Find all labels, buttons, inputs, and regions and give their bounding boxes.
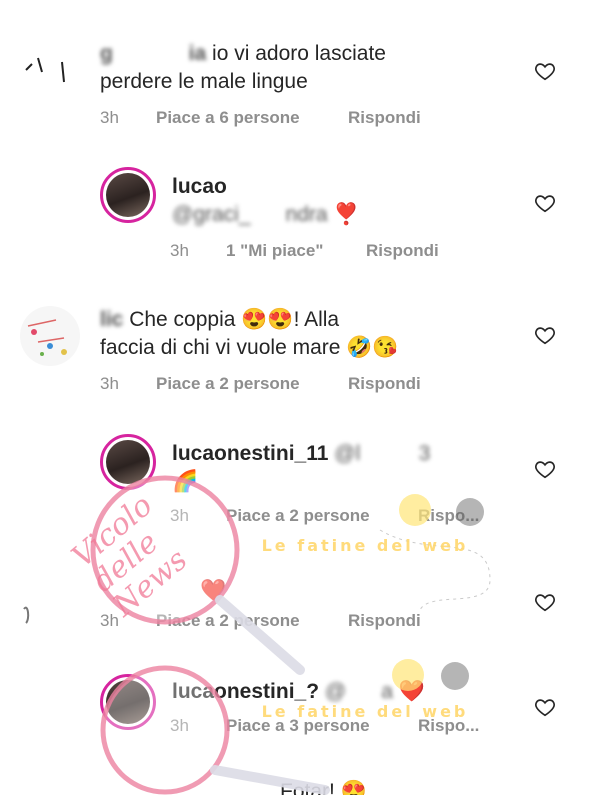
comment-body-line1: Che coppia 😍😍! Alla xyxy=(129,308,340,331)
comment-username[interactable]: lucaonestini_11 xyxy=(172,442,328,465)
reply-button[interactable]: Rispondi xyxy=(348,611,421,631)
comment-meta: 3h Piace a 2 persone Rispondi xyxy=(100,611,520,631)
comment-likes-link[interactable]: Piace a 2 persone xyxy=(156,611,300,631)
comment-body-line2: faccia di chi vi vuole mare 🤣😘 xyxy=(100,336,399,359)
comment-item: g ia io vi adoro lasciate perdere le mal… xyxy=(0,30,600,140)
comment-time: 3h xyxy=(170,506,189,525)
comment-item: ❤️ 3h Piace a 2 persone Rispondi xyxy=(0,565,600,665)
comment-likes-link[interactable]: Piace a 2 persone xyxy=(156,374,300,394)
heart-outline-icon[interactable] xyxy=(534,60,556,82)
comment-emoji: 🌈 xyxy=(172,470,199,493)
comment-item: Fotar! 😍 xyxy=(0,772,600,795)
comment-time: 3h xyxy=(170,716,189,735)
comment-likes-link[interactable]: Piace a 2 persone xyxy=(226,506,370,526)
comment-mention[interactable]: @l 3 xyxy=(334,442,430,465)
heart-outline-icon[interactable] xyxy=(534,192,556,214)
comment-mention[interactable]: @ a xyxy=(325,680,393,703)
comment-time: 3h xyxy=(170,241,189,260)
avatar[interactable] xyxy=(100,674,156,730)
comment-username[interactable]: lucao xyxy=(172,175,227,198)
avatar-photo xyxy=(106,440,150,484)
comment-body-line1: io vi adoro lasciate xyxy=(212,42,386,65)
heart-outline-icon[interactable] xyxy=(534,324,556,346)
comment-meta: 3h Piace a 6 persone Rispondi xyxy=(100,108,520,128)
comment-time: 3h xyxy=(100,374,119,393)
comment-text: g ia io vi adoro lasciate perdere le mal… xyxy=(100,40,530,96)
comment-username[interactable]: g ia xyxy=(100,42,206,65)
comment-time: 3h xyxy=(100,611,119,630)
comment-likes-link[interactable]: 1 "Mi piace" xyxy=(226,241,323,261)
heart-outline-icon[interactable] xyxy=(534,458,556,480)
comment-meta: 3h Piace a 2 persone Rispondi xyxy=(100,374,520,394)
reply-button[interactable]: Rispondi xyxy=(348,374,421,394)
comment-meta: 3h Piace a 2 persone Rispo... xyxy=(170,506,530,526)
comment-text: Fotar! 😍 xyxy=(280,778,480,795)
heart-outline-icon[interactable] xyxy=(534,696,556,718)
avatar-image-icon xyxy=(25,57,65,83)
avatar-photo xyxy=(106,680,150,724)
comment-reply-item: lucaonestini_? @ a ❤️ 3h Piace a 3 perso… xyxy=(0,668,600,768)
comment-emoji: ❤️ xyxy=(200,579,227,602)
comment-meta: 3h 1 "Mi piace" Rispondi xyxy=(170,241,530,261)
comment-mention[interactable]: @graci_ ndra xyxy=(172,203,328,226)
comment-reply-item: lucaonestini_11 @l 3 🌈 3h Piace a 2 pers… xyxy=(0,432,600,542)
comment-item: lic Che coppia 😍😍! Alla faccia di chi vi… xyxy=(0,298,600,408)
avatar[interactable] xyxy=(20,306,80,366)
comment-text: lucaonestini_11 @l 3 🌈 xyxy=(172,440,532,496)
comment-likes-link[interactable]: Piace a 3 persone xyxy=(226,716,370,736)
avatar[interactable] xyxy=(18,42,76,100)
comment-emoji: ❣️ xyxy=(333,203,360,226)
comment-text: lucao @graci_ ndra ❣️ xyxy=(172,173,532,229)
comment-text: lic Che coppia 😍😍! Alla faccia di chi vi… xyxy=(100,306,540,362)
comment-reply-item: lucao @graci_ ndra ❣️ 3h 1 "Mi piace" Ri… xyxy=(0,165,600,275)
reply-button[interactable]: Rispo... xyxy=(418,716,479,736)
heart-outline-icon[interactable] xyxy=(534,591,556,613)
avatar-image-icon xyxy=(27,319,67,356)
reply-button[interactable]: Rispondi xyxy=(348,108,421,128)
comment-username[interactable]: lic xyxy=(100,308,123,331)
comment-username[interactable]: lucaonestini_? xyxy=(172,680,319,703)
comment-time: 3h xyxy=(100,108,119,127)
avatar[interactable] xyxy=(100,434,156,490)
comment-meta: 3h Piace a 3 persone Rispo... xyxy=(170,716,530,736)
avatar[interactable] xyxy=(100,167,156,223)
avatar[interactable] xyxy=(18,579,74,635)
comment-body-line2: perdere le male lingue xyxy=(100,70,308,93)
comment-text: lucaonestini_? @ a ❤️ xyxy=(172,678,532,706)
reply-button[interactable]: Rispondi xyxy=(366,241,439,261)
comment-emoji: ❤️ xyxy=(398,680,425,703)
avatar-photo xyxy=(106,173,150,217)
reply-button[interactable]: Rispo... xyxy=(418,506,479,526)
comment-likes-link[interactable]: Piace a 6 persone xyxy=(156,108,300,128)
comment-body-line1: Fotar! 😍 xyxy=(280,780,367,795)
avatar-image-icon xyxy=(23,606,30,624)
